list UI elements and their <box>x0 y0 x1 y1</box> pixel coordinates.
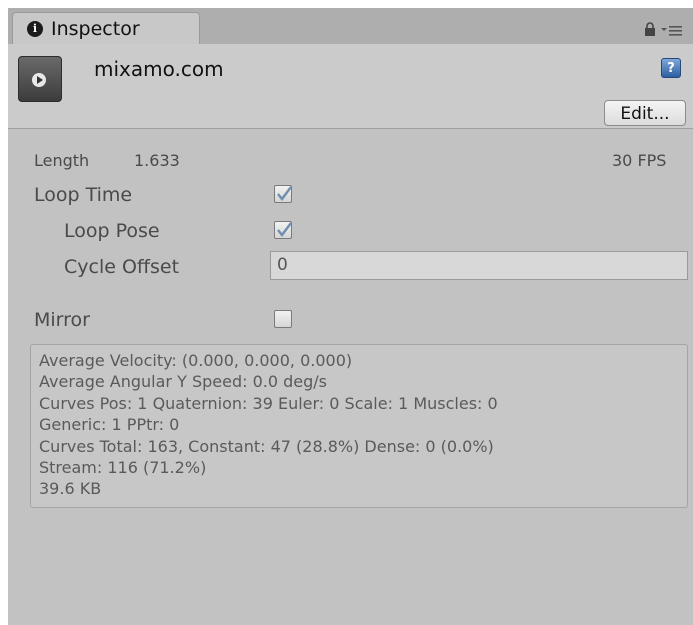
help-icon[interactable]: ? <box>661 58 681 78</box>
mirror-checkbox[interactable] <box>274 310 292 328</box>
checkmark-icon <box>277 222 292 237</box>
loop-pose-checkbox[interactable] <box>274 221 292 239</box>
tab-bar: i Inspector <box>8 8 693 45</box>
clip-info-box: Average Velocity: (0.000, 0.000, 0.000) … <box>30 344 688 508</box>
tab-label: Inspector <box>51 18 140 40</box>
asset-name: mixamo.com <box>94 57 224 81</box>
length-value: 1.633 <box>134 151 180 170</box>
info-line: Generic: 1 PPtr: 0 <box>39 415 180 435</box>
inspector-panel: i Inspector mixamo.com ? Edit... Length … <box>8 8 693 625</box>
loop-time-checkbox[interactable] <box>274 185 292 203</box>
info-line: Average Angular Y Speed: 0.0 deg/s <box>39 372 327 392</box>
edit-button[interactable]: Edit... <box>604 100 686 126</box>
info-line: Curves Pos: 1 Quaternion: 39 Euler: 0 Sc… <box>39 393 498 413</box>
info-line: 39.6 KB <box>39 479 102 499</box>
info-line: Stream: 116 (71.2%) <box>39 458 207 478</box>
info-line: Curves Total: 163, Constant: 47 (28.8%) … <box>39 436 494 456</box>
cycle-offset-field[interactable]: 0 <box>270 251 688 280</box>
info-icon: i <box>27 21 43 37</box>
mirror-label: Mirror <box>34 309 90 331</box>
fps-value: 30 FPS <box>612 151 667 170</box>
info-line: Average Velocity: (0.000, 0.000, 0.000) <box>39 351 353 370</box>
loop-time-label: Loop Time <box>34 184 133 206</box>
tab-inspector[interactable]: i Inspector <box>12 12 200 45</box>
asset-header: mixamo.com ? Edit... <box>8 44 693 129</box>
loop-pose-label: Loop Pose <box>64 220 160 242</box>
length-label: Length <box>34 151 90 170</box>
cycle-offset-label: Cycle Offset <box>64 256 180 278</box>
tab-menu-icon[interactable] <box>661 25 683 37</box>
animation-clip-icon <box>18 56 62 102</box>
checkmark-icon <box>277 186 292 201</box>
lock-icon[interactable] <box>644 22 656 36</box>
